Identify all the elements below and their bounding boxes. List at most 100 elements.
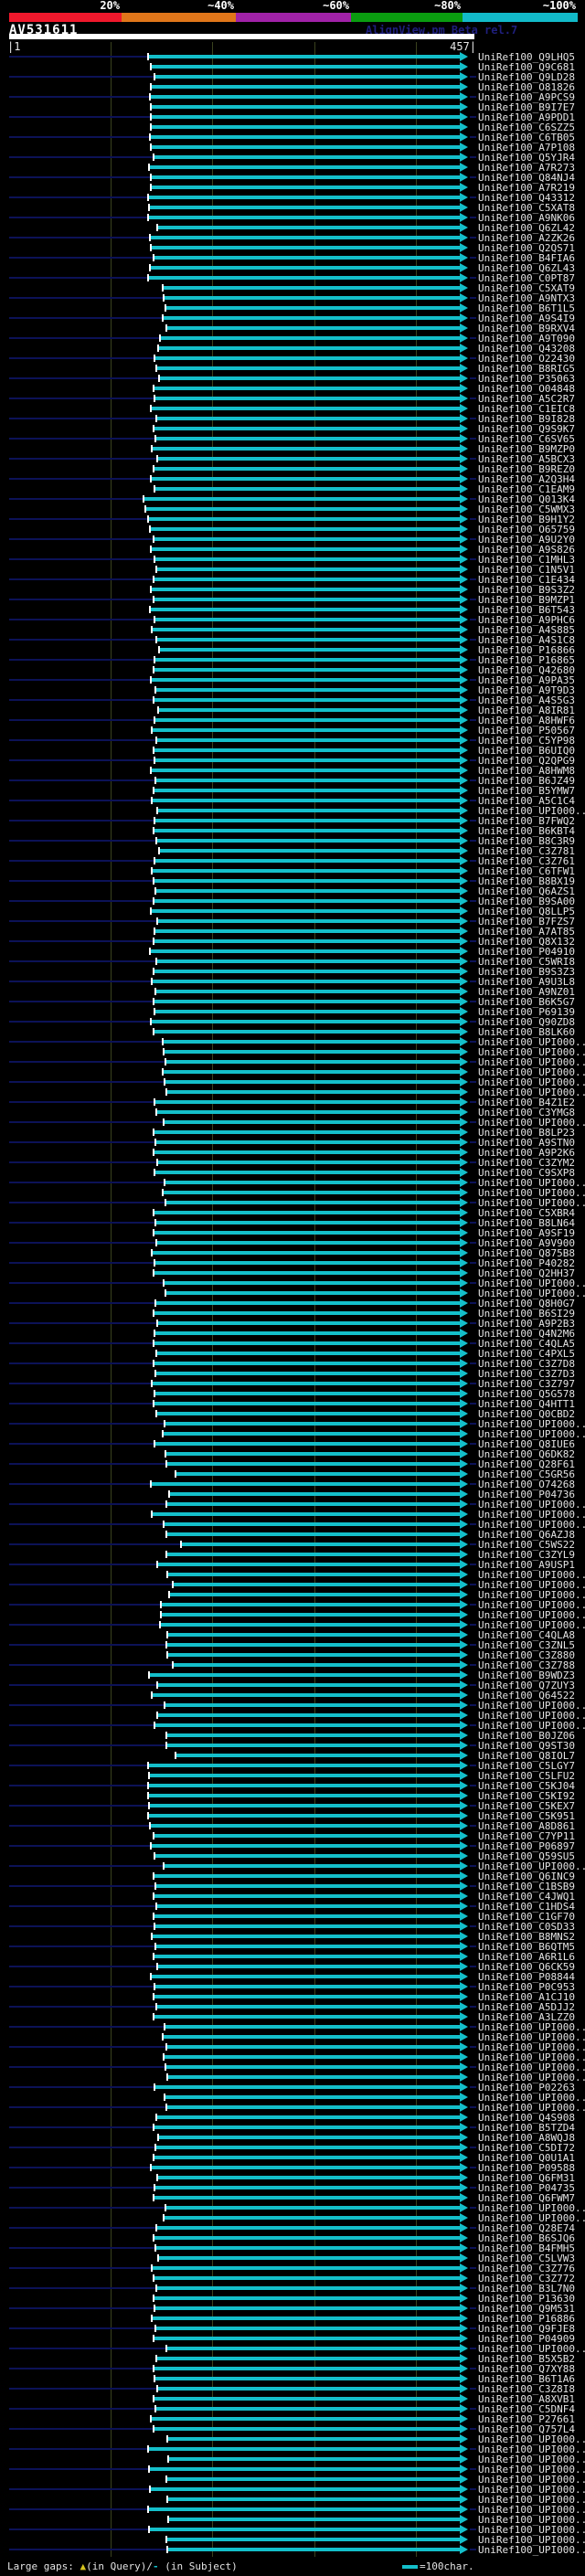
hsp-bar[interactable] — [155, 1171, 460, 1174]
hsp-bar[interactable] — [152, 2417, 460, 2421]
hsp-bar[interactable] — [165, 1864, 460, 1868]
hsp-bar[interactable] — [150, 165, 460, 169]
hsp-bar[interactable] — [167, 2538, 460, 2541]
hsp-bar[interactable] — [165, 1120, 460, 1124]
hsp-bar[interactable] — [164, 1070, 460, 1074]
hsp-bar[interactable] — [167, 1733, 460, 1737]
hsp-bar[interactable] — [154, 2276, 460, 2280]
hsp-bar[interactable] — [154, 1362, 460, 1365]
hsp-bar[interactable] — [164, 286, 460, 290]
hsp-bar[interactable] — [154, 256, 460, 260]
hsp-bar[interactable] — [176, 1754, 460, 1757]
hsp-bar[interactable] — [159, 346, 460, 350]
hsp-bar[interactable] — [149, 1764, 460, 1767]
hsp-bar[interactable] — [154, 2367, 460, 2370]
hsp-bar[interactable] — [152, 678, 460, 682]
hsp-bar[interactable] — [167, 2347, 460, 2350]
hsp-bar[interactable] — [174, 1663, 460, 1667]
hsp-bar[interactable] — [149, 1784, 460, 1787]
hsp-bar[interactable] — [165, 1050, 460, 1054]
hsp-bar[interactable] — [154, 1231, 460, 1235]
hsp-bar[interactable] — [165, 296, 460, 300]
hsp-bar[interactable] — [155, 859, 460, 863]
hsp-bar[interactable] — [154, 1150, 460, 1154]
hsp-bar[interactable] — [155, 2186, 460, 2189]
hsp-bar[interactable] — [150, 1774, 460, 1777]
hsp-bar[interactable] — [155, 1924, 460, 1928]
hsp-bar[interactable] — [154, 387, 460, 390]
hsp-bar[interactable] — [158, 1965, 460, 1968]
hsp-bar[interactable] — [156, 437, 460, 440]
hsp-bar[interactable] — [149, 1794, 460, 1797]
hsp-bar[interactable] — [153, 869, 460, 873]
hsp-bar[interactable] — [152, 85, 460, 89]
hsp-bar[interactable] — [152, 246, 460, 249]
hsp-bar[interactable] — [154, 578, 460, 581]
hsp-bar[interactable] — [156, 2327, 460, 2330]
hsp-bar[interactable] — [152, 145, 460, 149]
hsp-bar[interactable] — [166, 2206, 460, 2210]
hsp-bar[interactable] — [164, 1432, 460, 1436]
hsp-bar[interactable] — [167, 1462, 460, 1466]
hsp-bar[interactable] — [159, 708, 460, 712]
hsp-bar[interactable] — [157, 1241, 460, 1245]
hsp-bar[interactable] — [154, 2296, 460, 2300]
hsp-bar[interactable] — [154, 598, 460, 601]
hsp-bar[interactable] — [154, 467, 460, 471]
hsp-bar[interactable] — [150, 2467, 460, 2471]
hsp-bar[interactable] — [154, 1955, 460, 1958]
hsp-bar[interactable] — [155, 1442, 460, 1446]
hsp-bar[interactable] — [154, 2337, 460, 2340]
hsp-bar[interactable] — [166, 1201, 460, 1204]
hsp-bar[interactable] — [164, 1191, 460, 1194]
hsp-bar[interactable] — [167, 326, 460, 330]
hsp-bar[interactable] — [152, 769, 460, 772]
hsp-bar[interactable] — [153, 799, 460, 802]
hsp-bar[interactable] — [158, 2176, 460, 2179]
hsp-bar[interactable] — [150, 1804, 460, 1807]
hsp-bar[interactable] — [154, 668, 460, 672]
hsp-bar[interactable] — [156, 2407, 460, 2411]
hsp-bar[interactable] — [154, 879, 460, 883]
hsp-bar[interactable] — [154, 1402, 460, 1405]
hsp-bar[interactable] — [155, 2306, 460, 2310]
hsp-bar[interactable] — [168, 2437, 460, 2441]
hsp-bar[interactable] — [152, 115, 460, 119]
hsp-bar[interactable] — [153, 1693, 460, 1697]
hsp-bar[interactable] — [166, 1452, 460, 1456]
hsp-bar[interactable] — [152, 547, 460, 551]
hsp-bar[interactable] — [151, 2487, 460, 2491]
hsp-bar[interactable] — [154, 1211, 460, 1214]
hsp-bar[interactable] — [151, 95, 460, 99]
hsp-bar[interactable] — [153, 1512, 460, 1516]
hsp-bar[interactable] — [155, 718, 460, 722]
hsp-bar[interactable] — [150, 1673, 460, 1677]
hsp-bar[interactable] — [157, 1352, 460, 1355]
hsp-bar[interactable] — [158, 226, 460, 229]
hsp-bar[interactable] — [151, 608, 460, 611]
hsp-bar[interactable] — [167, 1643, 460, 1647]
hsp-bar[interactable] — [165, 2216, 460, 2220]
hsp-bar[interactable] — [154, 1030, 460, 1034]
hsp-bar[interactable] — [158, 1563, 460, 1566]
hsp-bar[interactable] — [182, 1542, 460, 1546]
hsp-bar[interactable] — [157, 2115, 460, 2119]
hsp-bar[interactable] — [152, 65, 460, 69]
hsp-bar[interactable] — [155, 819, 460, 822]
hsp-bar[interactable] — [167, 1532, 460, 1536]
hsp-bar[interactable] — [158, 1161, 460, 1164]
hsp-bar[interactable] — [155, 658, 460, 662]
hsp-bar[interactable] — [155, 618, 460, 621]
hsp-bar[interactable] — [154, 789, 460, 792]
hsp-bar[interactable] — [156, 1140, 460, 1144]
hsp-bar[interactable] — [154, 939, 460, 943]
hsp-bar[interactable] — [146, 507, 460, 511]
hsp-bar[interactable] — [156, 2246, 460, 2250]
hsp-bar[interactable] — [155, 1854, 460, 1858]
hsp-bar[interactable] — [155, 1331, 460, 1335]
hsp-bar[interactable] — [158, 919, 460, 923]
hsp-bar[interactable] — [167, 2105, 460, 2109]
hsp-bar[interactable] — [161, 1623, 460, 1627]
hsp-bar[interactable] — [154, 2427, 460, 2431]
hsp-bar[interactable] — [154, 698, 460, 702]
